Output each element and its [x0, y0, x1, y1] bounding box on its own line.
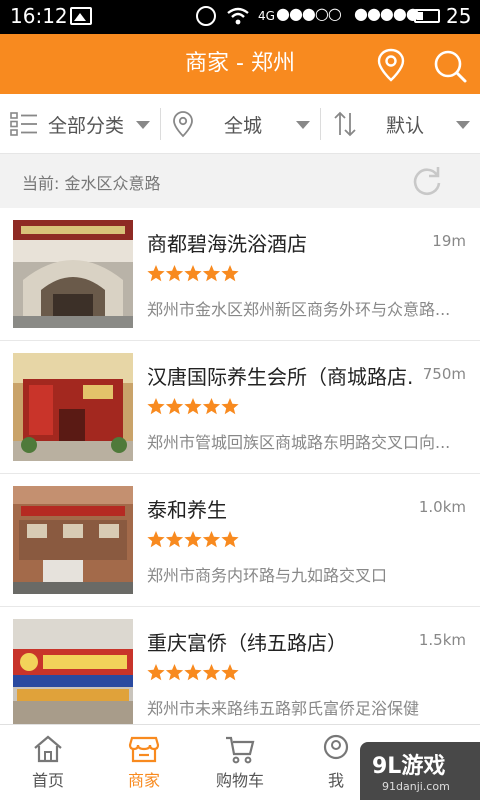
category-filter-label: 全部分类	[48, 115, 125, 137]
chevron-down-icon	[136, 121, 150, 129]
tab-merchants[interactable]: 商家	[96, 725, 192, 800]
merchant-distance: 1.0km	[418, 498, 466, 516]
network-type: 4G	[258, 9, 275, 23]
merchant-address: 郑州市未来路纬五路郭氏富侨足浴保健	[147, 699, 420, 718]
signal-strength-icon-2: ●●●●●	[354, 4, 420, 23]
cart-icon	[224, 733, 256, 765]
filter-bar: 全部分类 全城 默认	[0, 94, 480, 154]
merchant-name: 商都碧海洗浴酒店	[147, 232, 307, 256]
location-pin-icon	[172, 110, 194, 142]
profile-icon	[320, 733, 352, 765]
merchant-list: 商都碧海洗浴酒店 19m 郑州市金水区郑州新区商务外环与众意路... 汉唐国际养…	[0, 208, 480, 724]
battery-level: 25	[446, 4, 472, 28]
alarm-icon	[196, 6, 216, 26]
merchant-thumbnail	[13, 353, 133, 461]
search-icon[interactable]	[432, 48, 468, 84]
location-pin-icon[interactable]	[376, 48, 406, 82]
merchant-distance: 19m	[432, 232, 466, 250]
rating-stars	[147, 264, 239, 288]
tab-home-label: 首页	[31, 771, 64, 790]
store-icon	[128, 733, 160, 765]
chevron-down-icon	[296, 121, 310, 129]
merchant-item[interactable]: 商都碧海洗浴酒店 19m 郑州市金水区郑州新区商务外环与众意路...	[0, 208, 480, 341]
current-location-bar: 当前: 金水区众意路	[0, 154, 480, 208]
watermark-brand: 9L游戏	[372, 754, 446, 779]
merchant-thumbnail	[13, 619, 133, 724]
tab-merchants-label: 商家	[127, 771, 160, 790]
home-icon	[32, 733, 64, 765]
merchant-thumbnail	[13, 220, 133, 328]
rating-stars	[147, 663, 239, 687]
status-bar: 16:12 4G ●●●○○ ●●●●● 25	[0, 0, 480, 34]
rating-stars	[147, 397, 239, 421]
chevron-down-icon	[456, 121, 470, 129]
site-watermark: 9L游戏 91danji.com	[360, 742, 480, 800]
image-notification-icon	[70, 7, 92, 25]
merchant-address: 郑州市商务内环路与九如路交叉口	[147, 566, 388, 585]
merchant-address: 郑州市金水区郑州新区商务外环与众意路...	[147, 300, 451, 319]
merchant-distance: 750m	[422, 365, 466, 383]
merchant-distance: 1.5km	[418, 631, 466, 649]
current-location-text: 当前: 金水区众意路	[22, 174, 161, 193]
merchant-address: 郑州市管城回族区商城路东明路交叉口向...	[147, 433, 451, 452]
area-filter[interactable]: 全城	[160, 94, 320, 154]
tab-cart-label: 购物车	[215, 771, 264, 790]
tab-home[interactable]: 首页	[0, 725, 96, 800]
five-star-rating-icon	[147, 265, 239, 282]
five-star-rating-icon	[147, 664, 239, 681]
tab-cart[interactable]: 购物车	[192, 725, 288, 800]
status-time: 16:12	[10, 4, 68, 28]
category-filter[interactable]: 全部分类	[0, 94, 160, 154]
page-title: 商家 - 郑州	[185, 51, 295, 76]
signal-strength-icon: ●●●○○	[276, 4, 342, 23]
refresh-icon[interactable]	[410, 164, 444, 202]
merchant-item[interactable]: 泰和养生 1.0km 郑州市商务内环路与九如路交叉口	[0, 474, 480, 607]
merchant-name: 重庆富侨（纬五路店）	[147, 631, 347, 655]
merchant-item[interactable]: 汉唐国际养生会所（商城路店... 750m 郑州市管城回族区商城路东明路交叉口向…	[0, 341, 480, 474]
app-header: 商家 - 郑州	[0, 34, 480, 94]
five-star-rating-icon	[147, 531, 239, 548]
merchant-name: 汉唐国际养生会所（商城路店...	[147, 365, 413, 389]
wifi-icon	[226, 6, 250, 31]
sort-filter-label: 默认	[386, 115, 425, 137]
merchant-name: 泰和养生	[147, 498, 227, 522]
sort-filter[interactable]: 默认	[320, 94, 480, 154]
five-star-rating-icon	[147, 398, 239, 415]
sort-icon	[332, 110, 358, 142]
watermark-site: 91danji.com	[382, 780, 450, 793]
battery-icon	[414, 9, 440, 23]
area-filter-label: 全城	[224, 115, 263, 137]
rating-stars	[147, 530, 239, 554]
merchant-item[interactable]: 重庆富侨（纬五路店） 1.5km 郑州市未来路纬五路郭氏富侨足浴保健	[0, 607, 480, 724]
merchant-thumbnail	[13, 486, 133, 594]
category-list-icon	[10, 112, 38, 140]
